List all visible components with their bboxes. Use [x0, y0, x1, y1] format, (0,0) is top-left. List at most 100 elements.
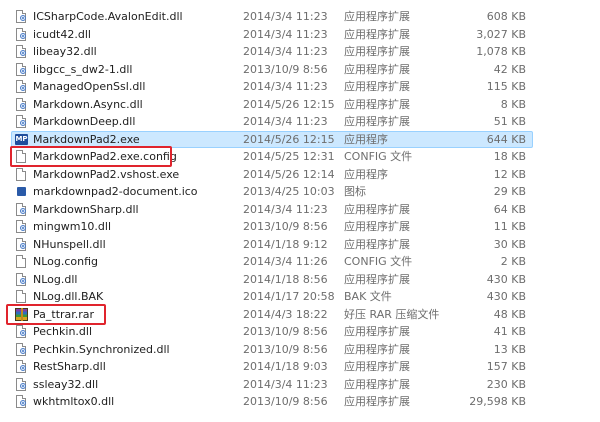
file-size: 51 KB [493, 115, 526, 128]
dll-icon [15, 115, 28, 129]
rar-icon [15, 307, 28, 322]
file-row[interactable]: libgcc_s_dw2-1.dll 2013/10/9 8:56 应用程序扩展 42… [0, 61, 600, 79]
file-size: 3,027 KB [476, 27, 526, 41]
file-row[interactable]: markdownpad2-document.ico 2013/4/25 10:03… [0, 183, 600, 201]
file-modified-date: 2013/10/9 8:56 [243, 62, 328, 76]
file-size: 8 KB [500, 97, 526, 111]
file-modified-date: 2014/1/17 20:58 [243, 290, 335, 303]
file-list: ICSharpCode.AvalonEdit.dll 2014/3/4 11:23… [0, 0, 600, 422]
file-name: MarkdownDeep.dll [33, 115, 136, 128]
file-size: 41 KB [493, 325, 526, 338]
file-name: NLog.dll [33, 272, 78, 286]
file-row[interactable]: Pa_ttrar.rar 2014/4/3 18:22 好压 RAR 压缩文件 48 … [0, 306, 600, 324]
file-size: 64 KB [493, 202, 526, 216]
file-modified-date: 2014/3/4 11:23 [243, 377, 328, 391]
dll-icon [15, 45, 28, 59]
file-row[interactable]: Pechkin.dll 2013/10/9 8:56 应用程序扩展 41 KB [0, 323, 600, 341]
file-row[interactable]: MarkdownPad2.vshost.exe 2014/5/26 12:14 应用… [0, 166, 600, 184]
file-row[interactable]: ICSharpCode.AvalonEdit.dll 2014/3/4 11:23… [0, 8, 600, 26]
file-row[interactable]: MP MarkdownPad2.exe 2014/5/26 12:15 应用程序 644… [0, 130, 600, 149]
file-row[interactable]: ssleay32.dll 2014/3/4 11:23 应用程序扩展 230 KB [0, 376, 600, 394]
file-modified-date: 2013/10/9 8:56 [243, 342, 328, 356]
exe-icon: MP [15, 133, 28, 145]
file-name: MarkdownPad2.vshost.exe [33, 167, 180, 181]
file-name: wkhtmltox0.dll [33, 395, 115, 408]
file-name: MarkdownPad2.exe [33, 132, 140, 146]
file-icon [15, 255, 28, 269]
file-name: markdownpad2-document.ico [33, 185, 198, 198]
file-size: 430 KB [486, 290, 526, 303]
dll-icon [15, 202, 28, 217]
file-name: Pechkin.dll [33, 325, 93, 338]
file-row[interactable]: MarkdownDeep.dll 2014/3/4 11:23 应用程序扩展 51 K… [0, 113, 600, 131]
file-name: MarkdownSharp.dll [33, 202, 139, 216]
dll-icon [15, 272, 28, 287]
file-name: Markdown.Async.dll [33, 97, 143, 111]
file-row[interactable]: MarkdownPad2.exe.config 2014/5/25 12:31 CO… [0, 148, 600, 166]
file-modified-date: 2014/3/4 11:23 [243, 27, 328, 41]
file-size: 13 KB [493, 342, 526, 356]
file-modified-date: 2014/5/26 12:14 [243, 167, 335, 181]
file-size: 430 KB [486, 272, 526, 286]
file-row[interactable]: mingwm10.dll 2013/10/9 8:56 应用程序扩展 11 KB [0, 218, 600, 236]
file-row[interactable]: libeay32.dll 2014/3/4 11:23 应用程序扩展 1,078 KB [0, 43, 600, 61]
file-row[interactable]: NLog.dll.BAK 2014/1/17 20:58 BAK 文件 430 KB [0, 288, 600, 306]
file-size: 11 KB [493, 220, 526, 233]
file-name: ManagedOpenSsl.dll [33, 80, 146, 93]
file-icon [15, 290, 28, 304]
file-modified-date: 2014/3/4 11:23 [243, 80, 328, 93]
file-size: 29,598 KB [469, 395, 526, 408]
file-name: NLog.dll.BAK [33, 290, 104, 303]
dll-icon [15, 10, 28, 24]
file-name: icudt42.dll [33, 27, 91, 41]
file-name: Pa_ttrar.rar [33, 307, 95, 321]
file-modified-date: 2013/4/25 10:03 [243, 185, 335, 198]
dll-icon [15, 220, 28, 234]
file-modified-date: 2014/1/18 9:12 [243, 237, 328, 251]
file-modified-date: 2014/1/18 9:03 [243, 360, 328, 373]
file-row[interactable]: Markdown.Async.dll 2014/5/26 12:15 应用程序扩展 8… [0, 96, 600, 114]
file-row[interactable]: Pechkin.Synchronized.dll 2013/10/9 8:56 应用… [0, 341, 600, 359]
file-row[interactable]: ManagedOpenSsl.dll 2014/3/4 11:23 应用程序扩展 11… [0, 78, 600, 96]
dll-icon [15, 62, 28, 77]
file-modified-date: 2014/4/3 18:22 [243, 307, 328, 321]
file-modified-date: 2013/10/9 8:56 [243, 395, 328, 408]
file-modified-date: 2014/3/4 11:26 [243, 255, 328, 268]
file-size: 230 KB [486, 377, 526, 391]
file-row[interactable]: NLog.config 2014/3/4 11:26 CONFIG 文件 2 KB [0, 253, 600, 271]
dll-icon [15, 325, 28, 339]
file-name: NLog.config [33, 255, 99, 268]
ico-icon [15, 185, 28, 199]
file-name: mingwm10.dll [33, 220, 112, 233]
dll-icon [15, 27, 28, 42]
file-row[interactable]: wkhtmltox0.dll 2013/10/9 8:56 应用程序扩展 29,598… [0, 393, 600, 411]
file-name: libeay32.dll [33, 45, 97, 58]
file-size: 18 KB [493, 150, 526, 163]
file-modified-date: 2014/3/4 11:23 [243, 10, 328, 23]
file-modified-date: 2013/10/9 8:56 [243, 220, 328, 233]
file-row[interactable]: RestSharp.dll 2014/1/18 9:03 应用程序扩展 157 KB [0, 358, 600, 376]
file-size: 42 KB [493, 62, 526, 76]
file-modified-date: 2014/3/4 11:23 [243, 115, 328, 128]
file-icon [15, 150, 28, 164]
file-size: 30 KB [493, 237, 526, 251]
dll-icon [15, 237, 28, 252]
file-name: MarkdownPad2.exe.config [33, 150, 177, 163]
file-size: 48 KB [493, 307, 526, 321]
file-modified-date: 2014/3/4 11:23 [243, 202, 328, 216]
file-row[interactable]: MarkdownSharp.dll 2014/3/4 11:23 应用程序扩展 64 … [0, 201, 600, 219]
file-name: Pechkin.Synchronized.dll [33, 342, 170, 356]
dll-icon [15, 342, 28, 357]
file-row[interactable]: icudt42.dll 2014/3/4 11:23 应用程序扩展 3,027 KB [0, 26, 600, 44]
file-modified-date: 2014/5/26 12:15 [243, 132, 335, 146]
file-modified-date: 2014/1/18 8:56 [243, 272, 328, 286]
dll-icon [15, 377, 28, 392]
dll-icon [15, 395, 28, 409]
dll-icon [15, 360, 28, 374]
file-row[interactable]: NHunspell.dll 2014/1/18 9:12 应用程序扩展 30 KB [0, 236, 600, 254]
file-name: libgcc_s_dw2-1.dll [33, 62, 133, 76]
file-modified-date: 2013/10/9 8:56 [243, 325, 328, 338]
file-row[interactable]: NLog.dll 2014/1/18 8:56 应用程序扩展 430 KB [0, 271, 600, 289]
file-size: 157 KB [486, 360, 526, 373]
file-name: RestSharp.dll [33, 360, 106, 373]
